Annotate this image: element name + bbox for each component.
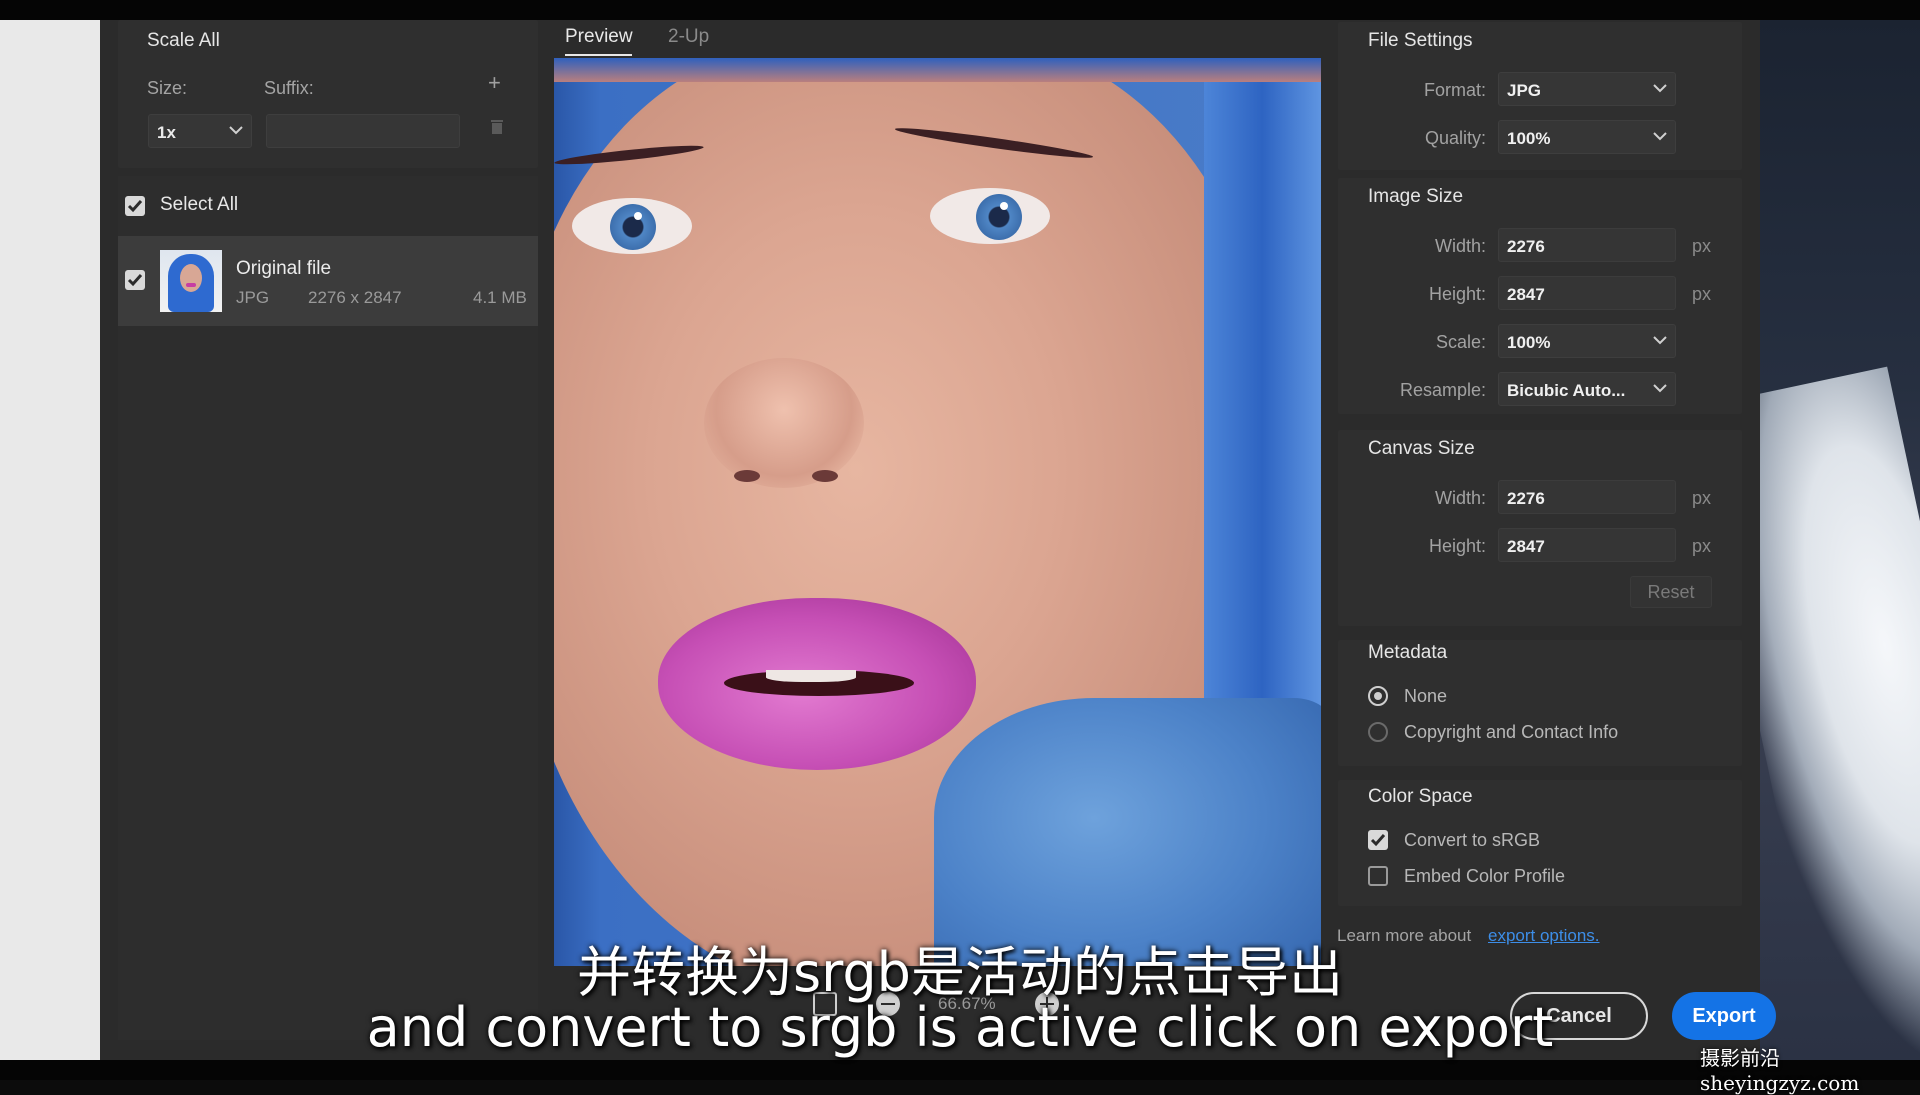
- file-size: 4.1 MB: [473, 288, 527, 307]
- chevron-down-icon: [1653, 336, 1667, 345]
- size-label: Size:: [147, 78, 188, 98]
- image-width-unit: px: [1692, 236, 1712, 256]
- chevron-down-icon: [1653, 132, 1667, 141]
- metadata-none-radio[interactable]: [1368, 686, 1388, 706]
- image-height-unit: px: [1692, 284, 1712, 304]
- scale-label: Scale:: [1435, 332, 1486, 352]
- resample-value: Bicubic Auto...: [1507, 381, 1626, 400]
- resample-label: Resample:: [1399, 380, 1486, 400]
- canvas-height-unit: px: [1692, 536, 1712, 556]
- size-select[interactable]: 1x: [148, 114, 252, 148]
- format-label: Format:: [1423, 80, 1486, 100]
- color-space-title: Color Space: [1368, 786, 1473, 807]
- format-value: JPG: [1507, 81, 1542, 100]
- trash-icon[interactable]: [490, 118, 504, 134]
- canvas-height-value: 2847: [1507, 537, 1545, 556]
- file-name: Original file: [236, 258, 332, 279]
- check-icon: [127, 200, 143, 213]
- select-all-checkbox[interactable]: [125, 196, 145, 216]
- file-dimensions: 2276 x 2847: [308, 288, 402, 307]
- subtitle-english: and convert to srgb is active click on e…: [366, 996, 1554, 1059]
- image-width-input[interactable]: 2276: [1498, 228, 1676, 262]
- convert-srgb-label[interactable]: Convert to sRGB: [1404, 830, 1540, 851]
- file-type: JPG: [236, 288, 270, 307]
- watermark: 摄影前沿sheyingzyz.com: [1700, 1046, 1860, 1095]
- suffix-label: Suffix:: [264, 78, 314, 98]
- image-height-value: 2847: [1507, 285, 1545, 304]
- reset-button[interactable]: Reset: [1630, 576, 1712, 608]
- image-size-title: Image Size: [1368, 186, 1464, 207]
- background-left-strip: [0, 20, 100, 1060]
- image-height-label: Height:: [1428, 284, 1486, 304]
- embed-profile-checkbox[interactable]: [1368, 866, 1388, 886]
- scale-value: 100%: [1507, 333, 1551, 352]
- resample-select[interactable]: Bicubic Auto...: [1498, 372, 1676, 406]
- file-settings-title: File Settings: [1368, 30, 1473, 51]
- size-value: 1x: [157, 123, 176, 142]
- scale-select[interactable]: 100%: [1498, 324, 1676, 358]
- canvas-width-value: 2276: [1507, 489, 1545, 508]
- convert-srgb-checkbox[interactable]: [1368, 830, 1388, 850]
- metadata-copyright-label[interactable]: Copyright and Contact Info: [1404, 722, 1618, 743]
- file-checkbox[interactable]: [125, 270, 145, 290]
- file-thumbnail: [160, 250, 222, 312]
- image-height-input[interactable]: 2847: [1498, 276, 1676, 310]
- chevron-down-icon: [1653, 384, 1667, 393]
- tab-preview[interactable]: Preview: [565, 26, 633, 48]
- top-bar: [0, 0, 1920, 20]
- canvas-width-input[interactable]: 2276: [1498, 480, 1676, 514]
- canvas-height-input[interactable]: 2847: [1498, 528, 1676, 562]
- image-preview[interactable]: [554, 58, 1321, 966]
- chevron-down-icon: [1653, 84, 1667, 93]
- quality-label: Quality:: [1424, 128, 1486, 148]
- metadata-none-label[interactable]: None: [1404, 686, 1447, 707]
- bottom-bar: [0, 1060, 1920, 1080]
- image-width-label: Width:: [1434, 236, 1486, 256]
- check-icon: [1370, 834, 1386, 847]
- add-scale-icon[interactable]: +: [488, 72, 501, 94]
- scale-all-title: Scale All: [147, 30, 220, 51]
- embed-profile-label[interactable]: Embed Color Profile: [1404, 866, 1565, 887]
- metadata-title: Metadata: [1368, 642, 1448, 663]
- image-width-value: 2276: [1507, 237, 1545, 256]
- check-icon: [127, 274, 143, 287]
- canvas-height-label: Height:: [1428, 536, 1486, 556]
- canvas-size-title: Canvas Size: [1368, 438, 1475, 459]
- metadata-copyright-radio[interactable]: [1368, 722, 1388, 742]
- select-all-label[interactable]: Select All: [160, 194, 238, 216]
- quality-value: 100%: [1507, 129, 1551, 148]
- suffix-input[interactable]: [266, 114, 460, 148]
- chevron-down-icon: [229, 126, 243, 135]
- active-tab-indicator: [565, 54, 632, 56]
- quality-select[interactable]: 100%: [1498, 120, 1676, 154]
- canvas-width-label: Width:: [1434, 488, 1486, 508]
- format-select[interactable]: JPG: [1498, 72, 1676, 106]
- tab-2-up[interactable]: 2-Up: [668, 26, 709, 48]
- canvas-width-unit: px: [1692, 488, 1712, 508]
